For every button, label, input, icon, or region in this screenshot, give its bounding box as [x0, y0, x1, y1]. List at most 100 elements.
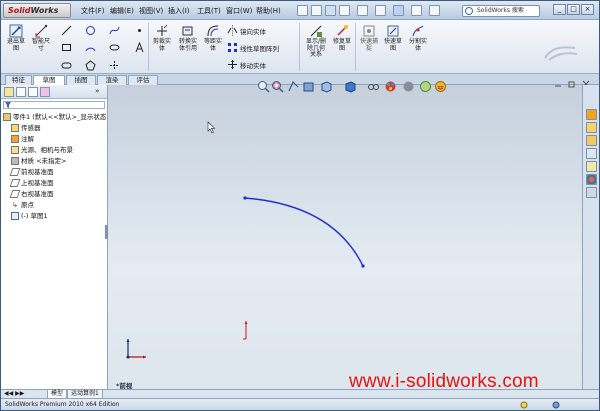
tab-scroll-arrows[interactable]: ◀◀ ▶▶: [4, 390, 24, 397]
point-tool-icon[interactable]: [134, 25, 145, 36]
smart-dimension-button[interactable]: 智能尺 寸: [30, 24, 52, 52]
arc-tool-icon[interactable]: [85, 42, 96, 53]
configuration-manager-tab-icon[interactable]: [28, 87, 38, 97]
tree-item-origin[interactable]: ↳ 原点: [11, 200, 34, 211]
rectangle-tool-icon[interactable]: [61, 42, 72, 53]
slot-tool-icon[interactable]: [61, 60, 72, 71]
search-results-icon[interactable]: [586, 148, 597, 159]
doc-minimize-icon[interactable]: [554, 80, 562, 88]
new-document-button[interactable]: [297, 5, 308, 16]
centerline-tool-icon[interactable]: [109, 60, 120, 71]
print-button[interactable]: [339, 5, 350, 16]
edit-appearance-icon[interactable]: [384, 80, 397, 93]
spline-tool-icon[interactable]: [109, 25, 120, 36]
tree-root-part[interactable]: 零件1 (默认<<默认>_显示状态: [3, 112, 106, 123]
menu-view[interactable]: 视图(V): [139, 6, 163, 16]
sketch-canvas[interactable]: [108, 85, 582, 389]
undo-button[interactable]: [357, 5, 368, 16]
move-entities-label[interactable]: 移动实体: [240, 60, 266, 70]
tab-render[interactable]: 渲染: [97, 75, 127, 85]
convert-entities-button[interactable]: 转换实 体引用: [176, 24, 200, 52]
rapid-sketch-label: 快速草 图: [383, 38, 402, 52]
solidworks-logo[interactable]: SolidWorks: [3, 3, 71, 18]
ellipse-tool-icon[interactable]: [109, 42, 120, 53]
solidworks-resources-icon[interactable]: [586, 109, 597, 120]
line-tool-icon[interactable]: [61, 25, 72, 36]
hide-show-items-icon[interactable]: [367, 80, 380, 93]
custom-properties-icon[interactable]: [586, 187, 597, 198]
trim-entities-button[interactable]: 剪裁实 体: [151, 24, 173, 52]
menu-help[interactable]: 帮助(H): [256, 6, 281, 16]
close-button[interactable]: ×: [581, 4, 594, 15]
tree-item-material[interactable]: 材质 <未指定>: [11, 156, 66, 167]
quick-snaps-button[interactable]: 快速捕 捉: [358, 24, 380, 52]
panel-toolbar: »: [1, 85, 107, 99]
move-entities-icon[interactable]: [227, 59, 238, 70]
view-orientation-icon[interactable]: [320, 80, 333, 93]
menu-file[interactable]: 文件(F): [81, 6, 105, 16]
section-view-icon[interactable]: [302, 80, 315, 93]
linear-pattern-label[interactable]: 线性草图阵列: [240, 43, 279, 53]
text-tool-icon[interactable]: [134, 42, 145, 53]
tree-item-top-plane[interactable]: 上视基准面: [9, 178, 54, 189]
tree-item-sensors[interactable]: 传感器: [11, 123, 41, 134]
linear-pattern-icon[interactable]: [227, 42, 238, 53]
dimxpert-manager-tab-icon[interactable]: [40, 87, 50, 97]
repair-sketch-button[interactable]: 修复草 图: [331, 24, 353, 52]
tree-item-front-plane[interactable]: 前视基准面: [9, 167, 54, 178]
circle-tool-icon[interactable]: [85, 25, 96, 36]
mirror-icon[interactable]: [227, 25, 238, 36]
appearances-icon[interactable]: [586, 174, 597, 185]
status-help-icon[interactable]: [552, 401, 560, 409]
display-style-icon[interactable]: [344, 80, 357, 93]
design-library-icon[interactable]: [586, 122, 597, 133]
tree-item-label: 材质 <未指定>: [21, 157, 67, 165]
feature-manager-tab-icon[interactable]: [4, 87, 14, 97]
tab-features[interactable]: 特征: [5, 75, 32, 85]
menu-edit[interactable]: 编辑(E): [110, 6, 134, 16]
display-delete-relations-button[interactable]: 显示/删 除几何 关系: [303, 24, 329, 59]
maximize-button[interactable]: □: [567, 4, 580, 15]
graphics-area[interactable]: [108, 85, 582, 389]
status-rebuild-icon[interactable]: [520, 401, 528, 409]
tab-sketch-ink[interactable]: 插图: [66, 75, 96, 85]
arc-end-point[interactable]: [361, 264, 365, 268]
help-button[interactable]: [429, 5, 440, 16]
apply-scene-icon[interactable]: [402, 80, 415, 93]
property-manager-tab-icon[interactable]: [16, 87, 26, 97]
arc-start-point[interactable]: [243, 196, 247, 200]
offset-entities-button[interactable]: 等距实 体: [202, 24, 224, 52]
tree-item-lights-cameras[interactable]: 光源、相机与布景: [11, 145, 73, 156]
mirror-entities-label[interactable]: 镜向实体: [240, 26, 266, 36]
menu-window[interactable]: 窗口(W): [226, 6, 252, 16]
search-input[interactable]: SolidWorks 搜索: [462, 5, 540, 17]
tree-item-right-plane[interactable]: 右视基准面: [9, 189, 54, 200]
file-explorer-icon[interactable]: [586, 135, 597, 146]
rebuild-button[interactable]: [375, 5, 386, 16]
polygon-tool-icon[interactable]: [85, 60, 96, 71]
tree-item-sketch1[interactable]: (-) 草图1: [11, 211, 48, 222]
zoom-to-fit-icon[interactable]: [257, 80, 270, 93]
menu-tools[interactable]: 工具(T): [197, 6, 221, 16]
sketch-arc[interactable]: [244, 197, 364, 267]
realview-icon[interactable]: [419, 80, 432, 93]
tree-item-annotations[interactable]: 注解: [11, 134, 34, 145]
open-button[interactable]: [311, 5, 322, 16]
view-palette-icon[interactable]: [586, 161, 597, 172]
minimize-button[interactable]: _: [553, 4, 566, 15]
split-entities-button[interactable]: 分割实 体: [407, 24, 429, 52]
rapid-sketch-button[interactable]: 快速草 图: [382, 24, 404, 52]
panel-expand-icon[interactable]: »: [95, 87, 103, 97]
save-button[interactable]: [325, 5, 336, 16]
options-button[interactable]: [411, 5, 422, 16]
view-settings-icon[interactable]: [434, 80, 447, 93]
exit-sketch-button[interactable]: 退出草 图: [5, 24, 27, 52]
previous-view-icon[interactable]: [287, 80, 300, 93]
select-button[interactable]: [393, 5, 404, 16]
tab-evaluate[interactable]: 评估: [128, 75, 158, 85]
zoom-to-area-icon[interactable]: [271, 80, 284, 93]
tree-item-label: 传感器: [21, 124, 41, 132]
tree-filter-input[interactable]: [3, 101, 105, 109]
menu-insert[interactable]: 插入(I): [168, 6, 190, 16]
doc-restore-icon[interactable]: [568, 80, 576, 88]
